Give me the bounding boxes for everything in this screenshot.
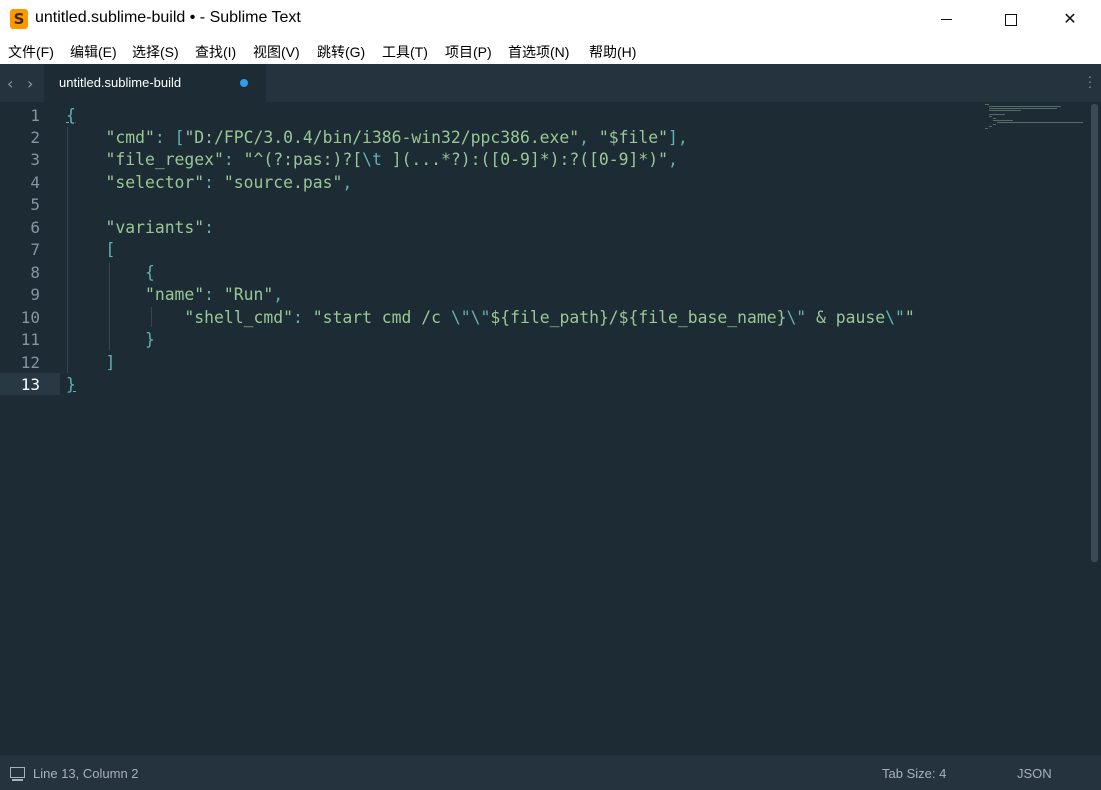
vertical-scrollbar[interactable] bbox=[1088, 102, 1101, 755]
cursor-position: Line 13, Column 2 bbox=[33, 766, 139, 781]
panel-toggle-icon[interactable] bbox=[10, 767, 25, 781]
menu-view[interactable]: 视图(V) bbox=[253, 42, 300, 62]
window-title: untitled.sublime-build • - Sublime Text bbox=[35, 9, 301, 26]
line-number: 4 bbox=[30, 173, 40, 192]
line-number: 3 bbox=[30, 150, 40, 169]
code-editor[interactable]: 1 2 3 4 5 6 7 8 9 10 11 12 13 { "cmd": [… bbox=[0, 102, 1088, 755]
line-number: 7 bbox=[30, 240, 40, 259]
menu-project[interactable]: 项目(P) bbox=[445, 42, 492, 62]
tab-bar: ‹ › untitled.sublime-build · · · bbox=[0, 64, 1101, 102]
tab-label: untitled.sublime-build bbox=[59, 75, 182, 90]
tab-size-selector[interactable]: Tab Size: 4 bbox=[882, 766, 946, 781]
maximize-button[interactable] bbox=[982, 0, 1040, 38]
code-line-2: "cmd": ["D:/FPC/3.0.4/bin/i386-win32/ppc… bbox=[105, 128, 688, 147]
more-options-icon[interactable]: · · · bbox=[1086, 69, 1094, 93]
line-number: 8 bbox=[30, 263, 40, 282]
minimize-button[interactable] bbox=[917, 0, 975, 38]
scrollbar-thumb[interactable] bbox=[1091, 104, 1098, 562]
code-line-11: } bbox=[144, 330, 155, 349]
line-number: 1 bbox=[30, 106, 40, 125]
menu-preferences[interactable]: 首选项(N) bbox=[508, 42, 569, 62]
code-line-10: "shell_cmd": "start cmd /c \"\"${file_pa… bbox=[184, 308, 915, 327]
code-line-6: "variants": bbox=[105, 218, 215, 237]
code-line-1: { bbox=[66, 106, 76, 125]
menu-goto[interactable]: 跳转(G) bbox=[317, 42, 365, 62]
line-number: 10 bbox=[20, 308, 40, 327]
title-bar: S untitled.sublime-build • - Sublime Tex… bbox=[0, 0, 1101, 38]
close-button[interactable]: ✕ bbox=[1041, 0, 1099, 38]
minimap[interactable] bbox=[985, 104, 1085, 144]
tab-untitled-sublime-build[interactable]: untitled.sublime-build bbox=[44, 64, 266, 102]
syntax-selector[interactable]: JSON bbox=[1017, 766, 1052, 781]
maximize-icon bbox=[1005, 13, 1017, 26]
code-line-3: "file_regex": "^(?:pas:)?[\t ](...*?):([… bbox=[105, 150, 678, 169]
menu-find[interactable]: 查找(I) bbox=[195, 42, 236, 62]
line-number: 6 bbox=[30, 218, 40, 237]
code-line-12: ] bbox=[105, 353, 116, 372]
line-number: 9 bbox=[30, 285, 40, 304]
line-number: 13 bbox=[20, 375, 40, 394]
code-line-13: } bbox=[66, 375, 76, 394]
code-line-8: { bbox=[144, 263, 155, 282]
menu-help[interactable]: 帮助(H) bbox=[589, 42, 636, 62]
chevron-left-icon[interactable]: ‹ bbox=[7, 74, 13, 93]
chevron-right-icon[interactable]: › bbox=[27, 74, 33, 93]
code-line-9: "name": "Run", bbox=[144, 285, 284, 304]
sublime-logo-icon: S bbox=[10, 9, 28, 29]
code-line-7: [ bbox=[105, 240, 116, 259]
unsaved-dot-icon[interactable] bbox=[240, 79, 248, 87]
line-number: 12 bbox=[20, 353, 40, 372]
menu-edit[interactable]: 编辑(E) bbox=[70, 42, 117, 62]
line-number: 11 bbox=[20, 330, 40, 349]
code-line-4: "selector": "source.pas", bbox=[105, 173, 353, 192]
status-bar: Line 13, Column 2 Tab Size: 4 JSON bbox=[0, 755, 1101, 790]
close-icon: ✕ bbox=[1063, 9, 1077, 28]
menu-file[interactable]: 文件(F) bbox=[8, 42, 54, 62]
menu-tools[interactable]: 工具(T) bbox=[382, 42, 428, 62]
minimize-icon bbox=[940, 19, 952, 20]
line-number: 2 bbox=[30, 128, 40, 147]
menu-selection[interactable]: 选择(S) bbox=[132, 42, 179, 62]
line-number: 5 bbox=[30, 195, 40, 214]
menu-bar: 文件(F) 编辑(E) 选择(S) 查找(I) 视图(V) 跳转(G) 工具(T… bbox=[0, 38, 1101, 64]
